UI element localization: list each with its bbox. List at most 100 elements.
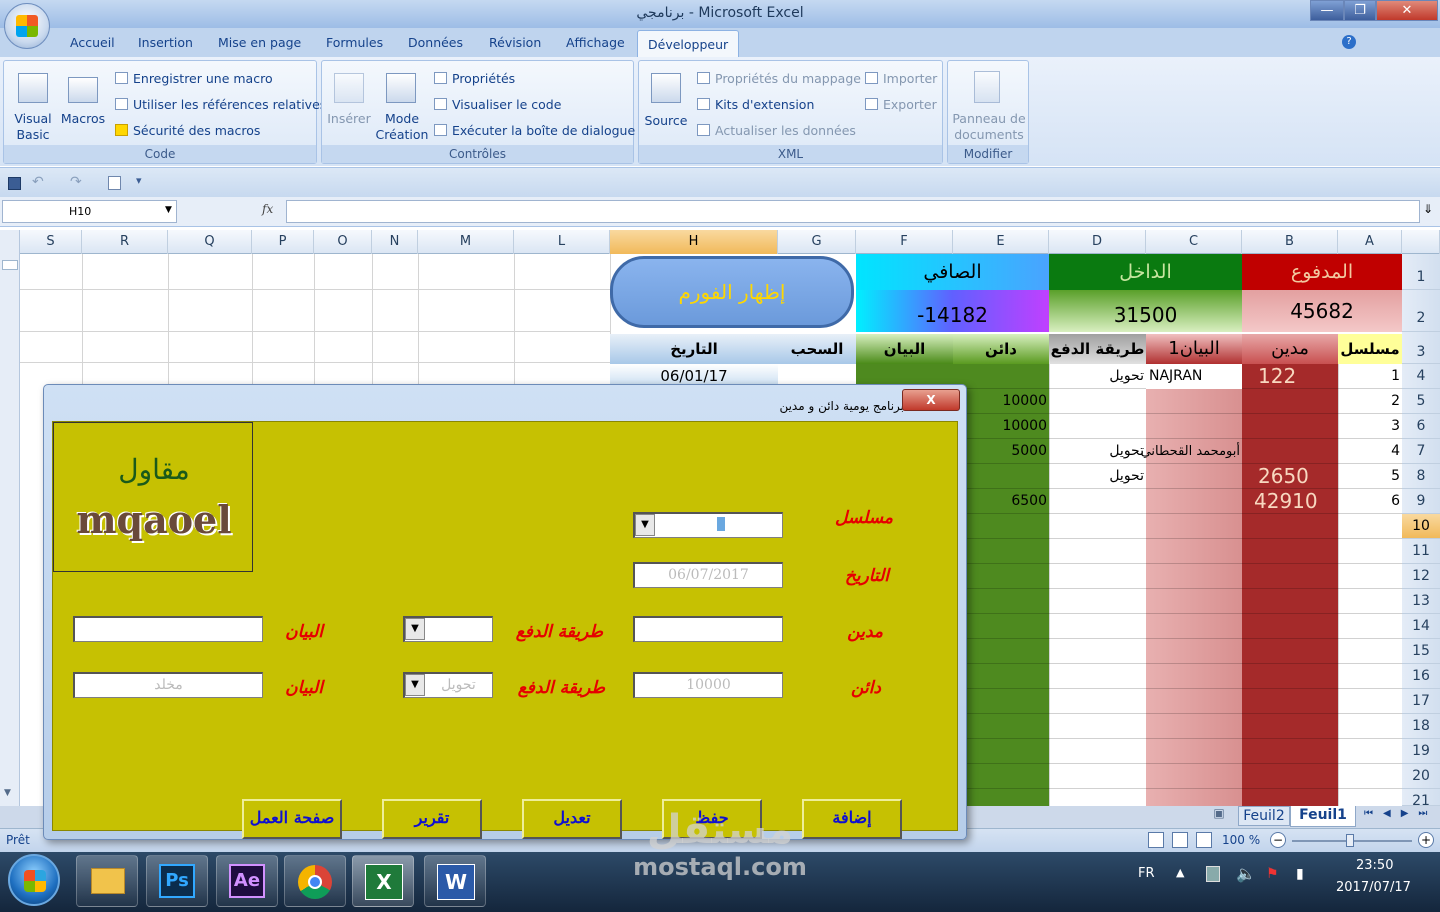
col-header[interactable]: R <box>82 230 168 254</box>
row-header[interactable]: 8 <box>1402 464 1440 489</box>
col-paymethod-header[interactable]: طريقة الدفع <box>1049 334 1146 364</box>
tab-accueil[interactable]: Accueil <box>70 35 115 50</box>
cell-serial[interactable]: 3 <box>1338 414 1400 439</box>
zoom-slider-thumb[interactable] <box>1346 834 1354 847</box>
relative-refs-button[interactable]: Utiliser les références relatives <box>115 97 326 112</box>
map-properties-button[interactable]: Propriétés du mappage <box>697 71 861 86</box>
row-header[interactable]: 4 <box>1402 364 1440 389</box>
cell-desc1[interactable]: أبومحمد القحطاني <box>1130 439 1240 464</box>
row-header[interactable]: 19 <box>1402 739 1440 764</box>
hdr-income[interactable]: الداخل <box>1049 254 1242 290</box>
report-button[interactable]: تقرير <box>382 799 482 839</box>
expand-formula-icon[interactable]: ⇓ <box>1423 202 1433 216</box>
action-center-icon[interactable]: ⚑ <box>1266 866 1279 882</box>
document-panel-button[interactable]: Panneau de documents <box>950 111 1028 143</box>
col-debtor-header[interactable]: مدين <box>1242 334 1338 364</box>
net-total[interactable]: -14182 <box>856 290 1049 332</box>
col-header[interactable]: L <box>514 230 610 254</box>
zoom-level[interactable]: 100 % <box>1222 833 1260 847</box>
function-icon[interactable]: fx <box>262 202 273 216</box>
minimize-button[interactable]: — <box>1310 0 1344 21</box>
hdr-net[interactable]: الصافي <box>856 254 1049 290</box>
page-break-icon[interactable] <box>1196 832 1212 848</box>
cell-paymethod[interactable]: تحويل <box>1049 464 1144 489</box>
signal-icon[interactable]: ▮ <box>1296 866 1304 882</box>
row-header[interactable]: 20 <box>1402 764 1440 789</box>
row-header[interactable]: 16 <box>1402 664 1440 689</box>
page-layout-icon[interactable] <box>1172 832 1188 848</box>
taskbar-photoshop[interactable]: Ps <box>146 855 208 907</box>
row-header[interactable]: 1 <box>1402 254 1440 290</box>
col-withdraw-header[interactable]: السحب <box>778 334 856 364</box>
view-code-button[interactable]: Visualiser le code <box>434 97 561 112</box>
insert-control-button[interactable]: Insérer <box>324 111 374 127</box>
cell-creditor[interactable]: 6500 <box>953 489 1047 514</box>
clock-date[interactable]: 2017/07/17 <box>1336 880 1411 895</box>
col-creditor-header[interactable]: دائن <box>953 334 1049 364</box>
macro-security-button[interactable]: Sécurité des macros <box>115 123 260 138</box>
cell-creditor[interactable]: 10000 <box>953 389 1047 414</box>
income-total[interactable]: 31500 <box>1049 290 1242 332</box>
desc-debtor-input[interactable] <box>73 616 263 642</box>
tab-affichage[interactable]: Affichage <box>566 35 625 50</box>
row-header[interactable]: 12 <box>1402 564 1440 589</box>
row-header[interactable]: 3 <box>1402 332 1440 364</box>
tab-insertion[interactable]: Insertion <box>138 35 193 50</box>
cell-serial[interactable]: 5 <box>1338 464 1400 489</box>
cell-desc1[interactable]: NAJRAN <box>1146 364 1242 389</box>
row-header[interactable]: 15 <box>1402 639 1440 664</box>
help-icon[interactable]: ? <box>1342 35 1356 49</box>
tab-mise-en-page[interactable]: Mise en page <box>218 35 301 50</box>
row-header[interactable]: 9 <box>1402 489 1440 514</box>
sheet-tab-feuil2[interactable]: Feuil2 <box>1238 806 1290 826</box>
redo-icon[interactable]: ↷ <box>70 174 82 190</box>
taskbar-after-effects[interactable]: Ae <box>216 855 278 907</box>
show-form-button[interactable]: إظهار الفورم <box>610 256 854 328</box>
vertical-scrollbar[interactable]: ▼ <box>0 230 20 806</box>
cell-creditor[interactable]: 5000 <box>953 439 1047 464</box>
expansion-kits-button[interactable]: Kits d'extension <box>697 97 814 112</box>
normal-view-icon[interactable] <box>1148 832 1164 848</box>
print-preview-icon[interactable] <box>108 176 121 190</box>
tab-formules[interactable]: Formules <box>326 35 383 50</box>
paymethod-creditor-dropdown-icon[interactable]: ▼ <box>405 674 425 696</box>
col-desc1-header[interactable]: البيان1 <box>1146 334 1242 364</box>
row-header[interactable]: 7 <box>1402 439 1440 464</box>
col-header[interactable]: G <box>778 230 856 254</box>
tab-donnees[interactable]: Données <box>408 35 463 50</box>
col-header[interactable]: C <box>1146 230 1242 254</box>
col-header[interactable]: D <box>1049 230 1146 254</box>
dialog-title-bar[interactable]: برنامج يومية دائن و مدين X <box>44 385 966 419</box>
scroll-down-icon[interactable]: ▼ <box>4 788 11 798</box>
row-header[interactable]: 17 <box>1402 689 1440 714</box>
visual-basic-button[interactable]: Visual Basic <box>10 111 56 143</box>
row-header[interactable]: 5 <box>1402 389 1440 414</box>
col-header[interactable]: P <box>252 230 314 254</box>
customize-qat-icon[interactable]: ▾ <box>136 174 142 187</box>
cell-creditor[interactable]: 10000 <box>953 414 1047 439</box>
col-header[interactable]: B <box>1242 230 1338 254</box>
name-box[interactable]: H10 ▼ <box>2 200 177 223</box>
col-header-selected[interactable]: H <box>610 230 778 254</box>
debtor-input[interactable] <box>633 616 783 642</box>
col-header[interactable]: O <box>314 230 372 254</box>
source-button[interactable]: Source <box>641 113 691 129</box>
row-header[interactable]: 14 <box>1402 614 1440 639</box>
run-dialog-button[interactable]: Exécuter la boîte de dialogue <box>434 123 635 138</box>
language-indicator[interactable]: FR <box>1138 866 1155 881</box>
row-header-selected[interactable]: 10 <box>1402 514 1440 539</box>
taskbar-word[interactable]: W <box>424 855 486 907</box>
sheet-tab-feuil1[interactable]: Feuil1 <box>1290 806 1356 827</box>
name-box-dropdown-icon[interactable]: ▼ <box>165 205 172 215</box>
cell-serial[interactable]: 4 <box>1338 439 1400 464</box>
paid-total[interactable]: 45682 <box>1242 290 1402 332</box>
serial-dropdown-icon[interactable]: ▼ <box>635 514 655 536</box>
scroll-thumb[interactable] <box>2 260 18 270</box>
col-header[interactable]: A <box>1338 230 1402 254</box>
row-header[interactable]: 13 <box>1402 589 1440 614</box>
sheet-nav-arrows-icon[interactable]: ⏮◀▶⏭ <box>1364 808 1437 819</box>
col-serial-header[interactable]: مسلسل <box>1338 334 1402 364</box>
save-icon[interactable] <box>8 177 21 190</box>
taskbar-chrome[interactable] <box>284 855 346 907</box>
network-icon[interactable] <box>1206 866 1220 882</box>
